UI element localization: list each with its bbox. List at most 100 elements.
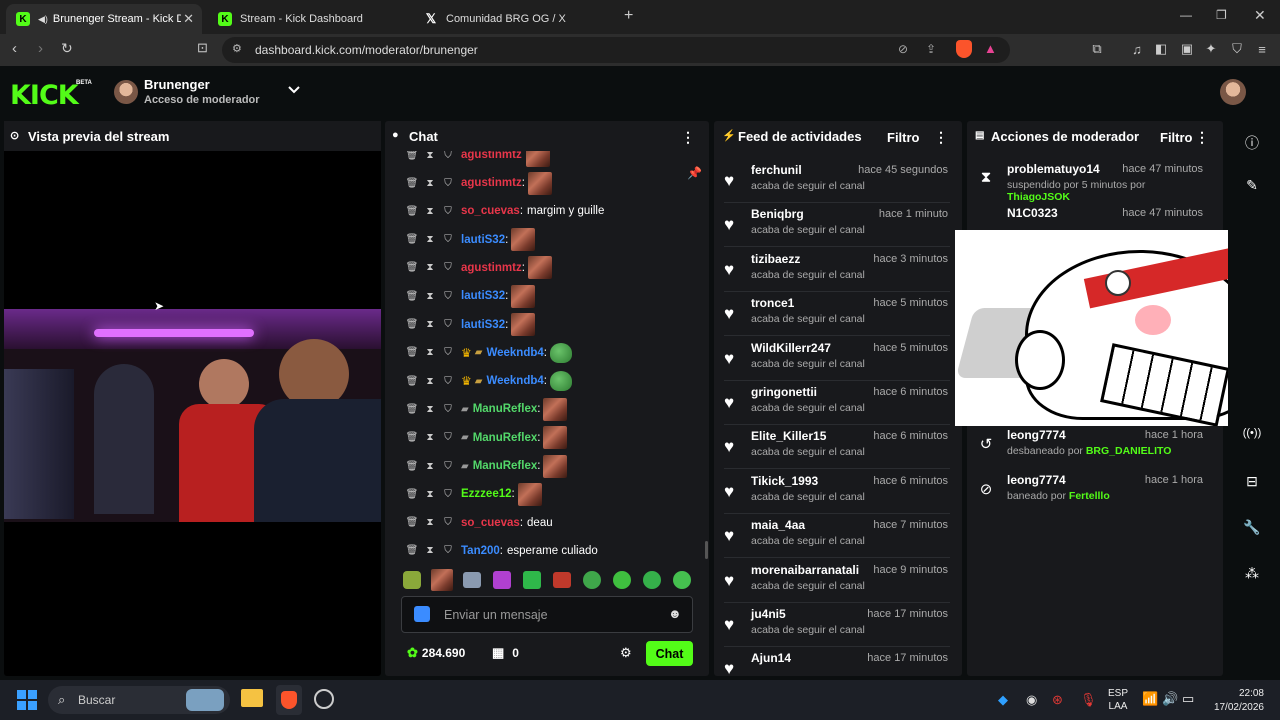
- mod-target-user[interactable]: leong7774: [1007, 473, 1066, 487]
- timeout-icon[interactable]: ⧗: [421, 347, 439, 358]
- timeout-icon[interactable]: ⧗: [421, 376, 439, 387]
- delete-icon[interactable]: 🗑: [403, 545, 421, 556]
- stream-video[interactable]: [4, 309, 381, 522]
- media-icon[interactable]: ♫: [1129, 41, 1145, 57]
- feed-username[interactable]: morenaibarranatali: [751, 563, 859, 577]
- feed-item[interactable]: ♥ Tikick_1993 hace 6 minutos acaba de se…: [724, 470, 950, 514]
- discord-icon[interactable]: ◉: [1026, 692, 1037, 708]
- language-indicator[interactable]: ESP LAA: [1108, 687, 1128, 713]
- chat-username[interactable]: so_cuevas: [461, 205, 520, 217]
- chat-username[interactable]: ManuReflex: [473, 432, 538, 444]
- user-avatar[interactable]: [1220, 79, 1246, 105]
- timeout-icon[interactable]: ⧗: [421, 291, 439, 302]
- ban-icon[interactable]: ⛉: [439, 347, 457, 358]
- mod-target-user[interactable]: problematuyo14: [1007, 162, 1100, 176]
- tray-app-icon[interactable]: ◆: [998, 692, 1008, 708]
- mod-action-item[interactable]: ⧗ problematuyo14 hace 47 minutos suspend…: [977, 159, 1211, 203]
- minimize-icon[interactable]: —: [1180, 8, 1192, 22]
- obs-icon[interactable]: [314, 689, 334, 709]
- ban-icon[interactable]: ⛉: [439, 262, 457, 273]
- ban-icon[interactable]: ⛉: [439, 461, 457, 472]
- feed-item[interactable]: ♥ tizibaezz hace 3 minutos acaba de segu…: [724, 248, 950, 292]
- chat-username[interactable]: agustinmtz: [461, 262, 522, 274]
- chat-username[interactable]: Ezzzee12: [461, 488, 512, 500]
- feed-username[interactable]: tronce1: [751, 296, 794, 310]
- timeout-icon[interactable]: ⧗: [421, 545, 439, 556]
- wifi-icon[interactable]: 📶: [1142, 691, 1158, 707]
- feed-username[interactable]: Ajun14: [751, 651, 791, 665]
- emote-2[interactable]: [431, 569, 453, 591]
- emote-picker-icon[interactable]: [414, 606, 430, 622]
- feed-item[interactable]: ♥ tronce1 hace 5 minutos acaba de seguir…: [724, 292, 950, 337]
- battery-icon[interactable]: ▭: [1182, 691, 1194, 707]
- timeout-icon[interactable]: ⧗: [421, 206, 439, 217]
- feed-item[interactable]: ♥ morenaibarranatali hace 9 minutos acab…: [724, 559, 950, 603]
- feed-username[interactable]: Tikick_1993: [751, 474, 818, 488]
- timeout-icon[interactable]: ⧗: [421, 461, 439, 472]
- modlog-filter-button[interactable]: Filtro: [1160, 130, 1193, 145]
- chat-scrollbar[interactable]: [705, 541, 708, 559]
- clock[interactable]: 22:08 17/02/2026: [1206, 687, 1264, 715]
- delete-icon[interactable]: 🗑: [403, 489, 421, 500]
- timeout-icon[interactable]: ⧗: [421, 262, 439, 273]
- feed-list[interactable]: ♥ ferchunil hace 45 segundos acaba de se…: [714, 151, 962, 676]
- back-icon[interactable]: ‹: [12, 40, 17, 57]
- volume-icon[interactable]: 🔊: [1162, 691, 1178, 707]
- ban-icon[interactable]: ⛉: [439, 206, 457, 217]
- mute-icon[interactable]: ⊘: [898, 42, 908, 56]
- ban-icon[interactable]: ⛉: [439, 404, 457, 415]
- delete-icon[interactable]: 🗑: [403, 178, 421, 189]
- site-settings-icon[interactable]: ⚙: [232, 42, 242, 55]
- delete-icon[interactable]: 🗑: [403, 291, 421, 302]
- feed-username[interactable]: gringonettii: [751, 385, 817, 399]
- bookmark-icon[interactable]: ⊡: [197, 40, 208, 56]
- windows-start-icon[interactable]: [17, 690, 37, 710]
- mod-action-by[interactable]: BRG_DANIELITO: [1086, 445, 1172, 457]
- mod-target-user[interactable]: N1C0323: [1007, 206, 1058, 220]
- timeout-icon[interactable]: ⧗: [421, 178, 439, 189]
- mod-action-by[interactable]: ThiagoJSOK: [1007, 191, 1070, 203]
- broadcast-icon[interactable]: ((•)): [1240, 427, 1264, 451]
- ban-icon[interactable]: ⛉: [439, 291, 457, 302]
- chat-username[interactable]: Weekndb4: [486, 347, 543, 359]
- channel-switch-chevron-down-icon[interactable]: [287, 83, 301, 97]
- feed-username[interactable]: maia_4aa: [751, 518, 805, 532]
- close-window-icon[interactable]: ✕: [1254, 7, 1266, 24]
- timeout-icon[interactable]: ⧗: [421, 432, 439, 443]
- edit-icon[interactable]: ✎: [1240, 177, 1264, 201]
- delete-icon[interactable]: 🗑: [403, 319, 421, 330]
- feed-item[interactable]: ♥ maia_4aa hace 7 minutos acaba de segui…: [724, 514, 950, 559]
- menu-icon[interactable]: ≡: [1254, 41, 1270, 57]
- delete-icon[interactable]: 🗑: [403, 461, 421, 472]
- emote-9[interactable]: [643, 571, 661, 589]
- forward-icon[interactable]: ›: [38, 40, 43, 57]
- delete-icon[interactable]: 🗑: [403, 517, 421, 528]
- send-chat-button[interactable]: Chat: [646, 641, 693, 666]
- mod-action-item[interactable]: ⊘ leong7774 hace 1 hora baneado por Fert…: [977, 470, 1211, 514]
- tab-brunenger-stream[interactable]: K ◀) Brunenger Stream - Kick Dash ✕: [6, 4, 202, 34]
- feed-username[interactable]: Beniqbrg: [751, 207, 804, 221]
- share-icon[interactable]: ⁂: [1240, 565, 1264, 589]
- feed-item[interactable]: ♥ Beniqbrg hace 1 minuto acaba de seguir…: [724, 203, 950, 248]
- sidebar-icon[interactable]: ◧: [1153, 41, 1169, 57]
- pin-icon[interactable]: 📌: [687, 166, 702, 180]
- timeout-icon[interactable]: ⧗: [421, 404, 439, 415]
- chat-username[interactable]: lautiS32: [461, 290, 505, 302]
- mod-action-item[interactable]: ↺ leong7774 hace 1 hora desbaneado por B…: [977, 425, 1211, 469]
- reader-icon[interactable]: ⧉: [1089, 41, 1105, 57]
- chat-username[interactable]: so_cuevas: [461, 517, 520, 529]
- emote-4[interactable]: [493, 571, 511, 589]
- microphone-icon[interactable]: 🎙: [1080, 692, 1097, 708]
- ban-icon[interactable]: ⛉: [439, 319, 457, 330]
- emote-10[interactable]: [673, 571, 691, 589]
- feed-username[interactable]: WildKillerr247: [751, 341, 831, 355]
- tab-stream-dashboard[interactable]: K Stream - Kick Dashboard: [208, 4, 404, 34]
- chat-menu-icon[interactable]: ⋮: [681, 129, 695, 146]
- delete-icon[interactable]: 🗑: [403, 262, 421, 273]
- chat-input[interactable]: Enviar un mensaje ☻: [401, 596, 693, 633]
- wrench-icon[interactable]: 🔧: [1240, 519, 1264, 543]
- feed-filter-button[interactable]: Filtro: [887, 130, 920, 145]
- timeout-icon[interactable]: ⧗: [421, 489, 439, 500]
- info-icon[interactable]: ⓘ: [1240, 133, 1264, 157]
- timeout-icon[interactable]: ⧗: [421, 319, 439, 330]
